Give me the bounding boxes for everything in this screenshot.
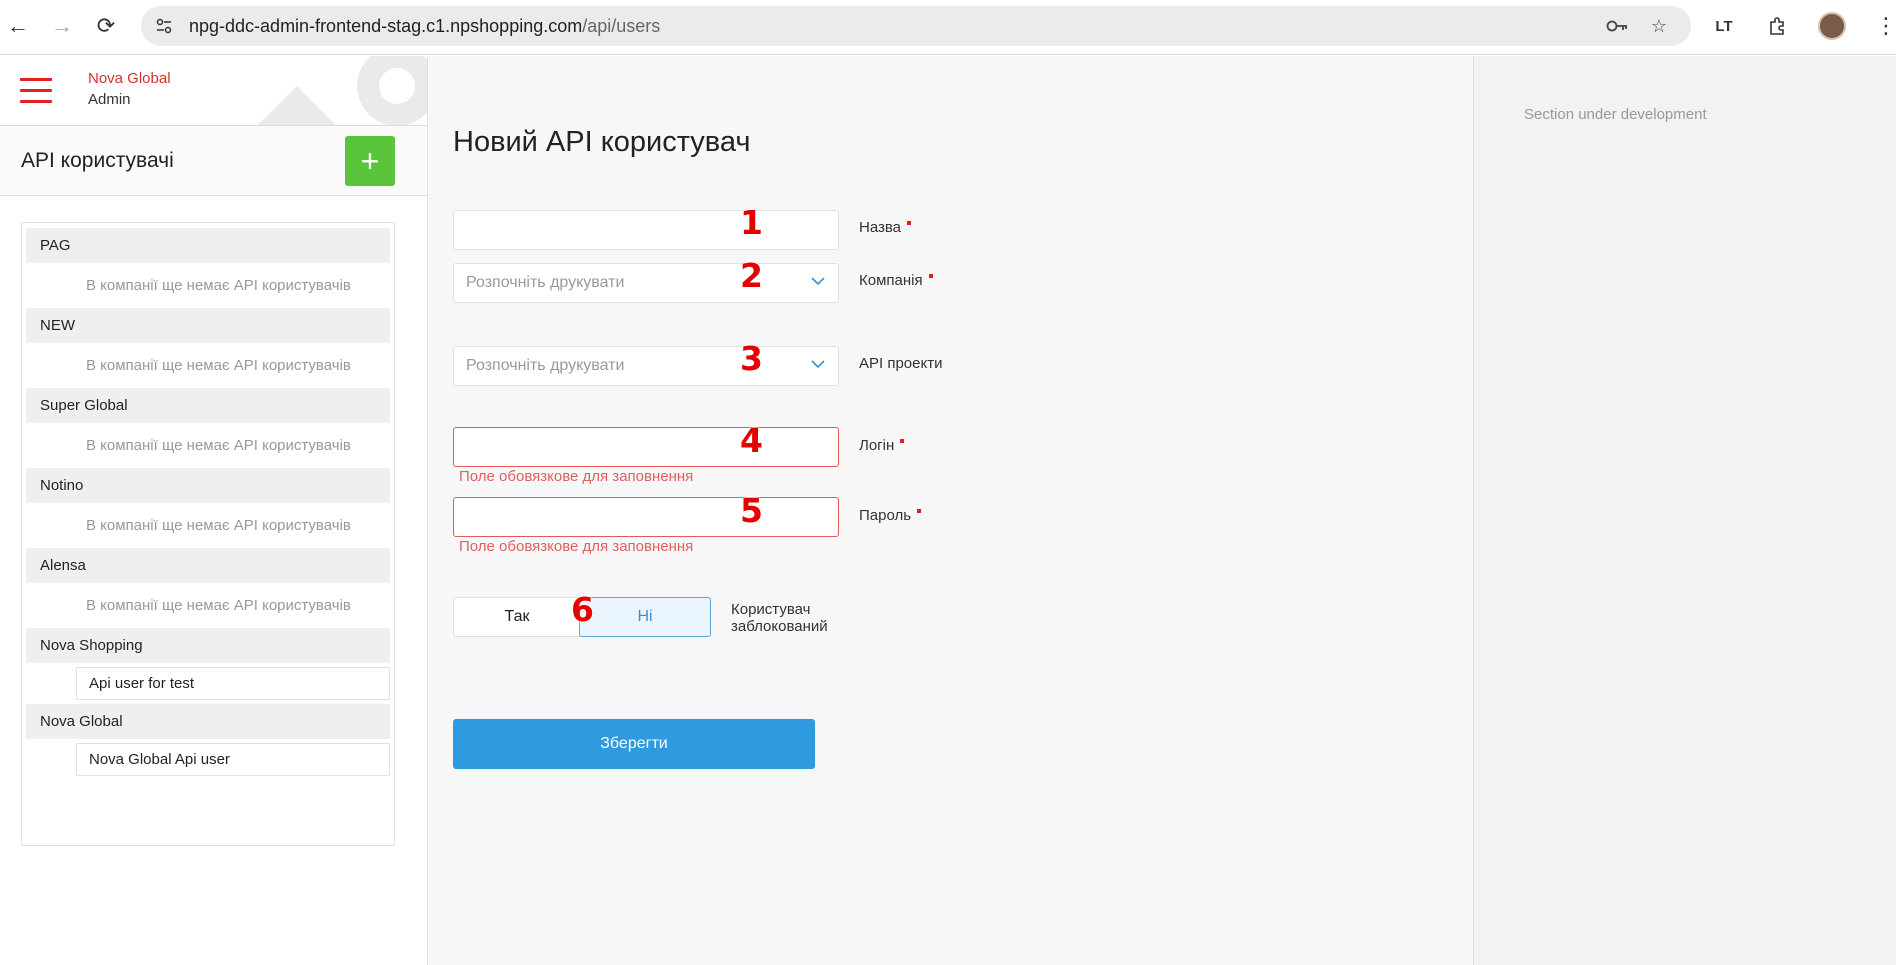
- right-panel: Section under development: [1473, 56, 1896, 965]
- password-label: Пароль: [859, 507, 922, 524]
- password-error-message: Поле обовязкове для заповнення: [459, 538, 694, 555]
- languagetool-icon[interactable]: LT: [1710, 12, 1738, 40]
- address-bar[interactable]: npg-ddc-admin-frontend-stag.c1.npshoppin…: [141, 6, 1691, 46]
- brand-subtitle: Admin: [88, 91, 131, 108]
- empty-company-note: В компанії ще немає API користувачів: [86, 597, 351, 614]
- api-users-header: API користувачі +: [0, 126, 427, 196]
- blocked-no-option[interactable]: Ні: [579, 597, 711, 637]
- company-item[interactable]: Super Global: [26, 388, 390, 423]
- login-input[interactable]: [454, 428, 838, 466]
- profile-avatar[interactable]: [1818, 12, 1846, 40]
- password-input[interactable]: [454, 498, 838, 536]
- blocked-yes-option[interactable]: Так: [453, 597, 581, 637]
- name-field[interactable]: [453, 210, 839, 250]
- chevron-down-icon[interactable]: [810, 273, 826, 289]
- more-menu-icon[interactable]: ⋮: [1872, 12, 1896, 40]
- company-label: Компанія: [859, 272, 933, 289]
- company-item[interactable]: NEW: [26, 308, 390, 343]
- extensions-puzzle-icon[interactable]: [1764, 12, 1792, 40]
- empty-company-note: В компанії ще немає API користувачів: [86, 277, 351, 294]
- company-input[interactable]: [454, 264, 838, 302]
- password-key-icon[interactable]: [1605, 14, 1629, 38]
- bookmark-star-icon[interactable]: ☆: [1647, 14, 1671, 38]
- browser-toolbar: ← → ⟳ npg-ddc-admin-frontend-stag.c1.nps…: [0, 0, 1896, 55]
- api-projects-input[interactable]: [454, 347, 838, 385]
- company-item[interactable]: Notino: [26, 468, 390, 503]
- blocked-label: Користувач заблокований: [731, 601, 828, 635]
- company-item[interactable]: Alensa: [26, 548, 390, 583]
- sidebar: Nova Global Admin API користувачі + PAG В…: [0, 56, 428, 965]
- required-marker: [917, 509, 922, 513]
- login-error-message: Поле обовязкове для заповнення: [459, 468, 694, 485]
- login-field[interactable]: [453, 427, 839, 467]
- section-under-development-note: Section under development: [1524, 106, 1707, 123]
- company-item[interactable]: Nova Shopping: [26, 628, 390, 663]
- required-marker: [907, 221, 912, 225]
- blocked-toggle: Так Ні: [453, 597, 713, 637]
- required-marker: [928, 274, 933, 278]
- api-user-item[interactable]: Api user for test: [76, 667, 390, 700]
- password-field[interactable]: [453, 497, 839, 537]
- company-list: PAG В компанії ще немає API користувачів N…: [21, 222, 395, 846]
- logo-watermark-icon: [258, 56, 427, 125]
- empty-company-note: В компанії ще немає API користувачів: [86, 437, 351, 454]
- back-arrow-icon[interactable]: ←: [4, 12, 32, 40]
- api-projects-label: API проекти: [859, 355, 943, 372]
- hamburger-menu-icon[interactable]: [20, 78, 52, 104]
- url-text: npg-ddc-admin-frontend-stag.c1.npshoppin…: [189, 15, 661, 36]
- empty-company-note: В компанії ще немає API користувачів: [86, 517, 351, 534]
- company-select[interactable]: [453, 263, 839, 303]
- brand-name: Nova Global: [88, 70, 171, 87]
- reload-icon[interactable]: ⟳: [92, 12, 120, 40]
- main-content: Новий API користувач Назва 1 Компанія 2 …: [429, 56, 1473, 965]
- forward-arrow-icon[interactable]: →: [48, 12, 76, 40]
- name-label: Назва: [859, 219, 912, 236]
- api-projects-select[interactable]: [453, 346, 839, 386]
- save-button[interactable]: Зберегти: [453, 719, 815, 769]
- company-item[interactable]: PAG: [26, 228, 390, 263]
- chevron-down-icon[interactable]: [810, 356, 826, 372]
- required-marker: [900, 439, 905, 443]
- api-users-title: API користувачі: [21, 149, 174, 172]
- logo-area: Nova Global Admin: [0, 56, 427, 126]
- api-user-item[interactable]: Nova Global Api user: [76, 743, 390, 776]
- empty-company-note: В компанії ще немає API користувачів: [86, 357, 351, 374]
- site-settings-icon[interactable]: [151, 13, 177, 39]
- company-item[interactable]: Nova Global: [26, 704, 390, 739]
- add-api-user-button[interactable]: +: [345, 136, 395, 186]
- login-label: Логін: [859, 437, 905, 454]
- page-title: Новий API користувач: [453, 126, 751, 158]
- name-input[interactable]: [454, 211, 838, 249]
